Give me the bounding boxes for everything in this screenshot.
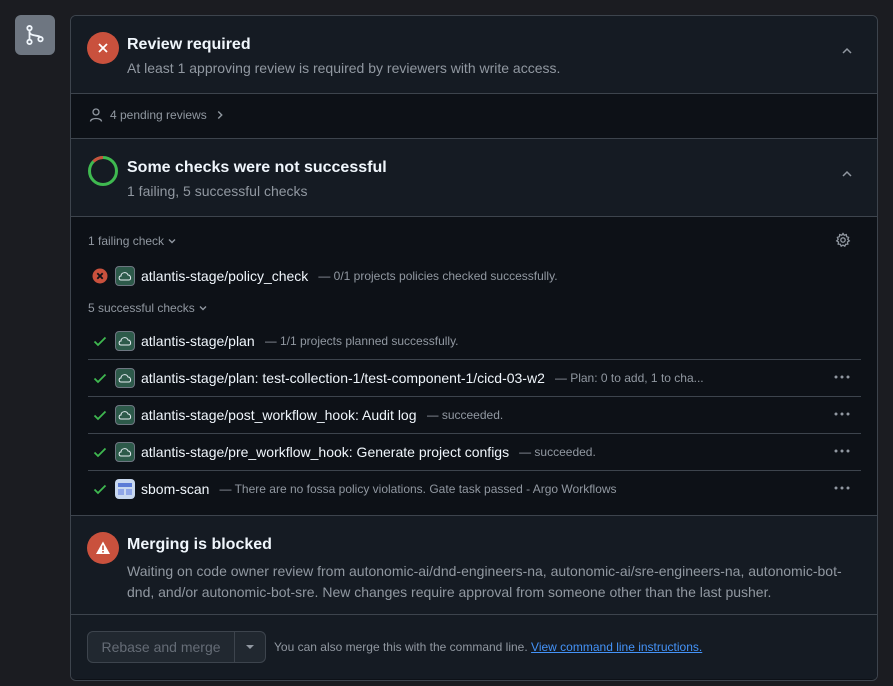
check-icon <box>92 333 114 349</box>
check-description: — 0/1 projects policies checked successf… <box>318 268 558 283</box>
sbom-app-icon <box>115 478 135 499</box>
pending-reviews-link[interactable]: 4 pending reviews <box>88 107 227 123</box>
chevron-down-icon <box>168 239 176 244</box>
check-row-success[interactable]: atlantis-stage/pre_workflow_hook: Genera… <box>88 433 861 471</box>
check-row-success[interactable]: sbom-scan — There are no fossa policy vi… <box>88 470 861 507</box>
check-name[interactable]: atlantis-stage/policy_check <box>141 268 308 284</box>
rebase-and-merge-button[interactable]: Rebase and merge <box>87 631 235 663</box>
check-name[interactable]: atlantis-stage/post_workflow_hook: Audit… <box>141 407 417 423</box>
check-name[interactable]: atlantis-stage/plan <box>141 333 255 349</box>
check-description: — There are no fossa policy violations. … <box>219 481 617 496</box>
person-icon <box>89 108 103 122</box>
chevron-up-icon[interactable] <box>839 166 855 182</box>
check-row-success[interactable]: atlantis-stage/plan — 1/1 projects plann… <box>88 322 861 360</box>
command-line-note: You can also merge this with the command… <box>274 640 702 654</box>
command-line-note-text: You can also merge this with the command… <box>274 640 528 654</box>
review-subtitle: At least 1 approving review is required … <box>127 60 561 76</box>
merge-action-section: Rebase and merge You can also merge this… <box>71 615 877 679</box>
pending-reviews-section: 4 pending reviews <box>71 94 877 139</box>
x-circle-fill-icon <box>92 268 114 284</box>
kebab-horizontal-icon[interactable] <box>833 406 851 422</box>
x-circle-icon <box>87 32 119 64</box>
check-icon <box>92 370 114 386</box>
check-description: — succeeded. <box>426 407 504 422</box>
check-name[interactable]: atlantis-stage/plan: test-collection-1/t… <box>141 370 545 386</box>
successful-checks-toggle[interactable]: 5 successful checks <box>88 301 209 315</box>
merge-button-group: Rebase and merge <box>87 631 266 663</box>
merge-box: Review required At least 1 approving rev… <box>70 15 878 681</box>
check-row-failing[interactable]: atlantis-stage/policy_check — 0/1 projec… <box>88 257 861 294</box>
merging-blocked-section: Merging is blocked Waiting on code owner… <box>71 516 877 615</box>
successful-checks-label: 5 successful checks <box>88 301 195 315</box>
check-row-success[interactable]: atlantis-stage/plan: test-collection-1/t… <box>88 359 861 397</box>
check-description: — 1/1 projects planned successfully. <box>264 333 459 348</box>
checks-progress-ring-icon <box>87 155 119 187</box>
blocked-title: Merging is blocked <box>127 536 272 553</box>
checks-section-header[interactable]: Some checks were not successful 1 failin… <box>71 139 877 217</box>
review-required-section[interactable]: Review required At least 1 approving rev… <box>71 16 877 94</box>
kebab-horizontal-icon[interactable] <box>833 369 851 385</box>
failing-checks-toggle[interactable]: 1 failing check <box>88 234 178 248</box>
kebab-horizontal-icon[interactable] <box>833 480 851 496</box>
checks-subtitle: 1 failing, 5 successful checks <box>127 183 308 199</box>
pending-reviews-label: 4 pending reviews <box>110 108 207 122</box>
review-title: Review required <box>127 36 251 53</box>
checks-title: Some checks were not successful <box>127 159 387 176</box>
check-description: — succeeded. <box>519 444 596 459</box>
atlantis-app-icon <box>115 404 135 425</box>
command-line-instructions-link[interactable]: View command line instructions. <box>531 640 702 654</box>
merge-method-dropdown[interactable] <box>235 631 266 663</box>
check-name[interactable]: atlantis-stage/pre_workflow_hook: Genera… <box>141 444 509 460</box>
check-icon <box>92 481 114 497</box>
chevron-down-icon <box>199 306 207 311</box>
checks-list: 1 failing check atlantis-stage/policy_ch… <box>71 217 877 516</box>
alert-icon <box>87 532 119 564</box>
chevron-up-icon[interactable] <box>839 43 855 59</box>
check-description: — Plan: 0 to add, 1 to cha... <box>554 370 704 385</box>
chevron-right-icon <box>217 111 223 119</box>
atlantis-app-icon <box>115 265 135 286</box>
blocked-description: Waiting on code owner review from autono… <box>127 563 842 600</box>
atlantis-app-icon <box>115 367 135 388</box>
atlantis-app-icon <box>115 441 135 462</box>
check-icon <box>92 407 114 423</box>
failing-checks-label: 1 failing check <box>88 234 165 248</box>
check-row-success[interactable]: atlantis-stage/post_workflow_hook: Audit… <box>88 396 861 434</box>
atlantis-app-icon <box>115 330 135 351</box>
triangle-down-icon <box>246 645 254 649</box>
kebab-horizontal-icon[interactable] <box>833 443 851 459</box>
check-name[interactable]: sbom-scan <box>141 481 209 497</box>
check-icon <box>92 444 114 460</box>
gear-icon[interactable] <box>835 232 851 248</box>
git-merge-icon <box>15 15 55 55</box>
